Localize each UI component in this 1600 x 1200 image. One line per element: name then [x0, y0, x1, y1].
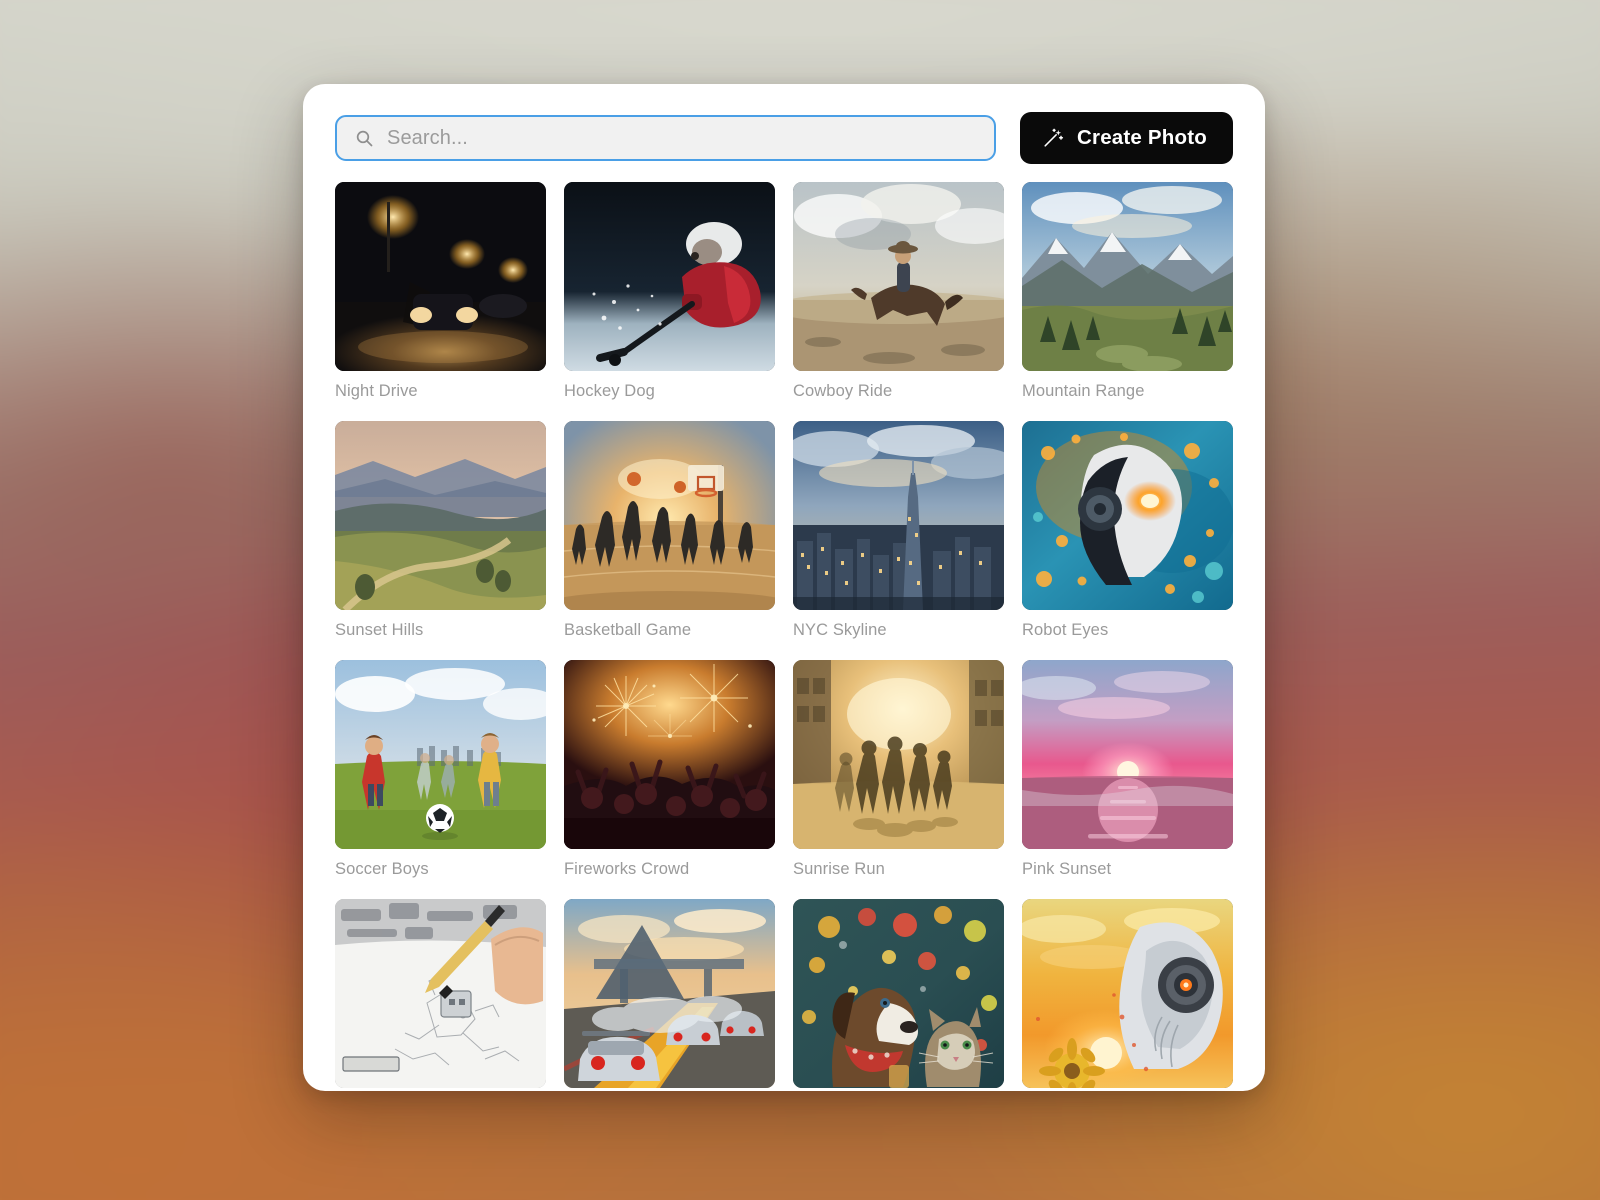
photo-tile[interactable] [1022, 899, 1233, 1089]
photo-tile[interactable]: Mountain Range [1022, 182, 1233, 400]
photo-caption: Cowboy Ride [793, 382, 893, 400]
photo-thumbnail-basketball-game[interactable] [564, 421, 775, 611]
photo-tile[interactable]: Pink Sunset [1022, 660, 1233, 878]
photo-thumbnail-robot-sketch[interactable] [335, 899, 546, 1089]
photo-tile[interactable] [335, 899, 546, 1089]
photo-tile[interactable]: Cowboy Ride [793, 182, 1004, 400]
photo-thumbnail-mountain-range[interactable] [1022, 182, 1233, 371]
photo-thumbnail-nyc-skyline[interactable] [793, 421, 1004, 611]
photo-thumbnail-sunset-hills[interactable] [335, 421, 546, 611]
photo-caption: Fireworks Crowd [564, 860, 690, 879]
photo-tile[interactable]: Hockey Dog [564, 182, 775, 400]
photo-tile[interactable] [564, 899, 775, 1089]
photo-tile[interactable] [793, 899, 1004, 1089]
toolbar: Search... Create Photo [303, 84, 1265, 192]
photo-caption: Pink Sunset [1022, 860, 1112, 879]
photo-tile[interactable]: Fireworks Crowd [564, 660, 775, 878]
create-photo-button[interactable]: Create Photo [1020, 112, 1233, 164]
photo-thumbnail-race-cars[interactable] [564, 899, 775, 1089]
search-placeholder: Search... [387, 127, 468, 149]
photo-thumbnail-dog-and-cat[interactable] [793, 899, 1004, 1089]
photo-caption: NYC Skyline [793, 621, 887, 640]
gallery-scroll-area[interactable]: Night Drive Hockey Dog Cowboy Ride Mount… [303, 182, 1265, 1091]
search-field[interactable]: Search... [335, 115, 997, 161]
photo-grid: Night Drive Hockey Dog Cowboy Ride Mount… [335, 182, 1233, 1089]
photo-caption: Night Drive [335, 382, 418, 400]
search-input[interactable]: Search... [335, 115, 997, 161]
magic-wand-icon [1042, 127, 1064, 149]
photo-tile[interactable]: Robot Eyes [1022, 421, 1233, 639]
photo-caption: Sunset Hills [335, 621, 424, 640]
photo-tile[interactable]: NYC Skyline [793, 421, 1004, 639]
photo-thumbnail-hockey-dog[interactable] [564, 182, 775, 371]
photo-caption: Hockey Dog [564, 382, 655, 400]
create-photo-label: Create Photo [1077, 125, 1207, 149]
photo-caption: Robot Eyes [1022, 621, 1109, 640]
photo-thumbnail-sunrise-run[interactable] [793, 660, 1004, 850]
photo-thumbnail-soccer-boys[interactable] [335, 660, 546, 850]
photo-tile[interactable]: Sunrise Run [793, 660, 1004, 878]
photo-tile[interactable]: Night Drive [335, 182, 546, 400]
photo-gallery-panel: Search... Create Photo Night Drive Hocke… [303, 84, 1265, 1091]
photo-thumbnail-robot-eyes[interactable] [1022, 421, 1233, 611]
photo-thumbnail-sunset-robot[interactable] [1022, 899, 1233, 1089]
photo-tile[interactable]: Sunset Hills [335, 421, 546, 639]
photo-thumbnail-cowboy-ride[interactable] [793, 182, 1004, 371]
search-icon [355, 129, 374, 148]
photo-thumbnail-night-drive[interactable] [335, 182, 546, 371]
photo-caption: Basketball Game [564, 621, 692, 640]
photo-caption: Soccer Boys [335, 860, 429, 879]
photo-thumbnail-pink-sunset[interactable] [1022, 660, 1233, 850]
photo-caption: Sunrise Run [793, 860, 885, 879]
photo-thumbnail-fireworks-crowd[interactable] [564, 660, 775, 850]
photo-tile[interactable]: Basketball Game [564, 421, 775, 639]
photo-caption: Mountain Range [1022, 382, 1145, 400]
photo-tile[interactable]: Soccer Boys [335, 660, 546, 878]
